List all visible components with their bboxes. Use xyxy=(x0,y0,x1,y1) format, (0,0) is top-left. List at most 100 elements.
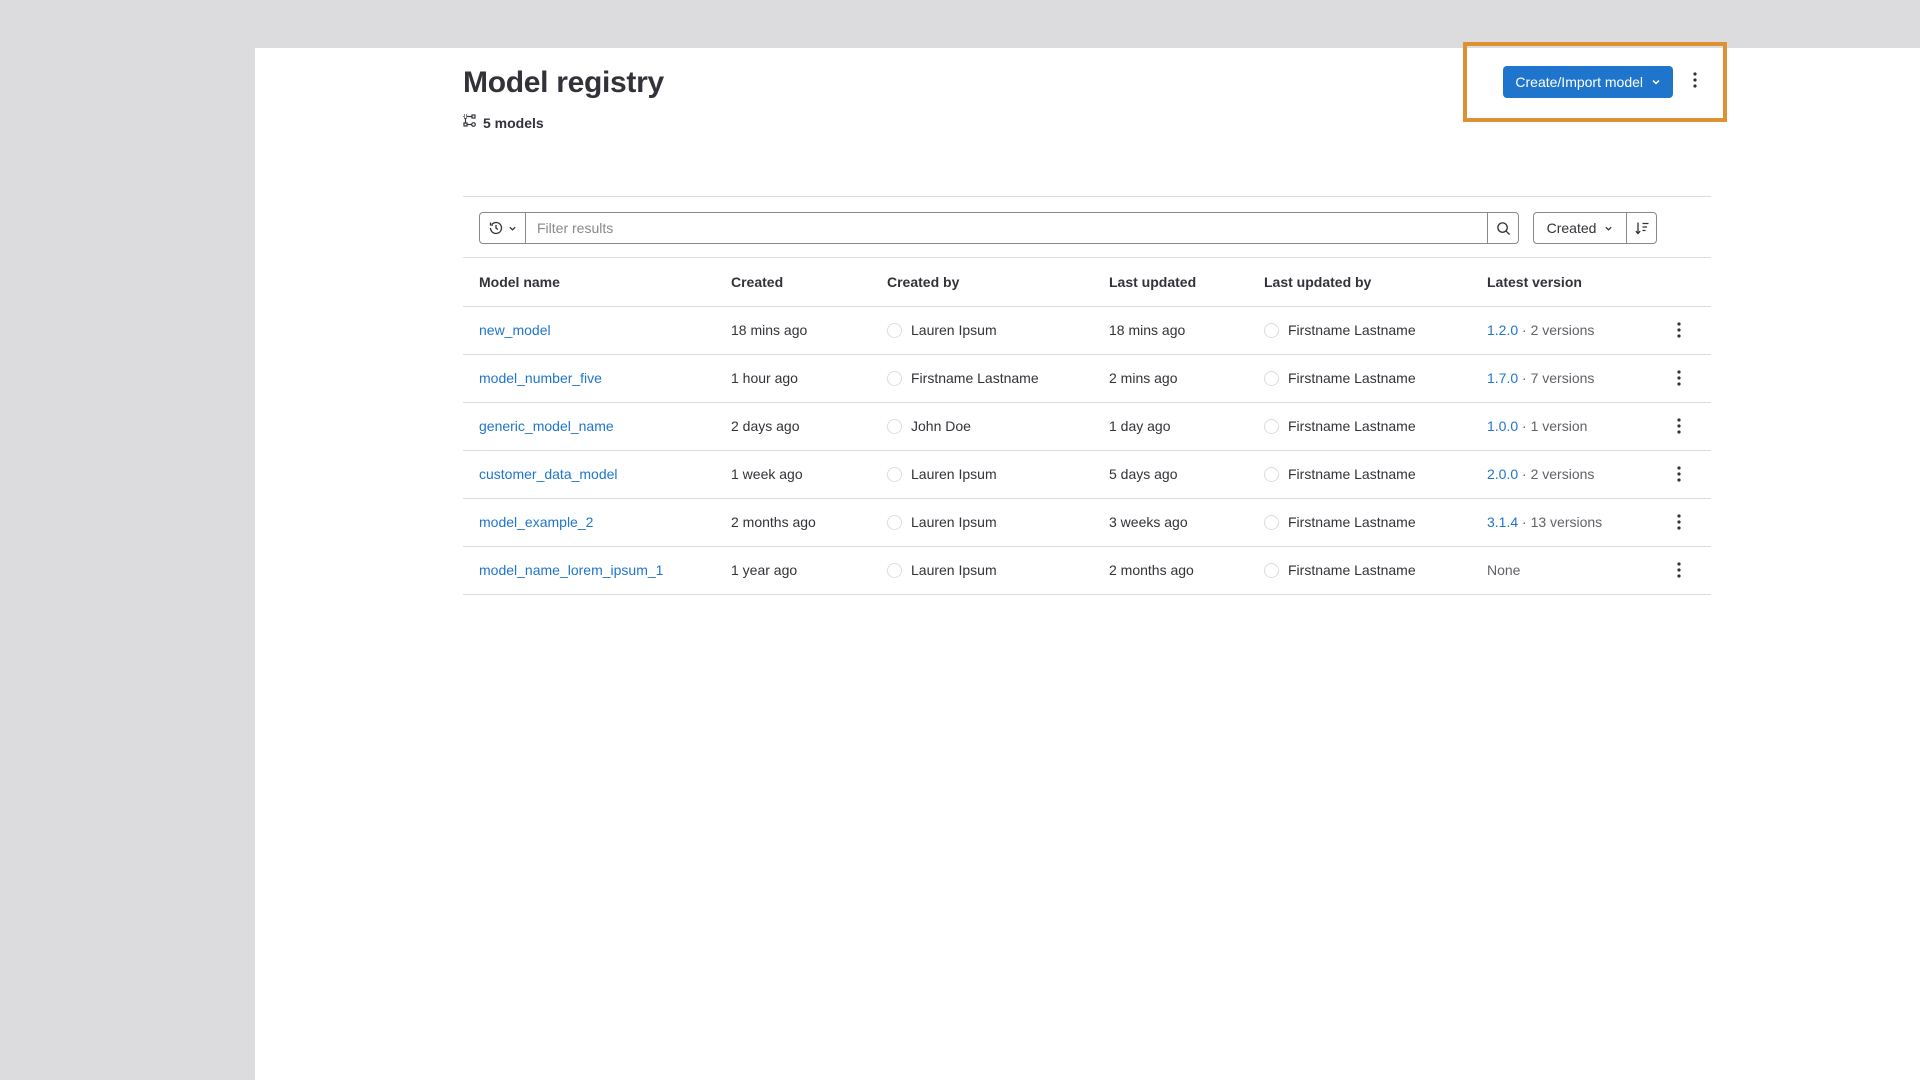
created-by-user[interactable]: John Doe xyxy=(887,418,1109,434)
avatar xyxy=(887,370,902,386)
user-name: Firstname Lastname xyxy=(1288,370,1416,386)
table-row: new_model 18 mins ago Lauren Ipsum 18 mi… xyxy=(463,306,1711,355)
avatar xyxy=(1264,322,1279,338)
last-updated-cell: 5 days ago xyxy=(1109,450,1264,499)
search-history-button[interactable] xyxy=(480,213,526,243)
created-cell: 18 mins ago xyxy=(731,306,887,355)
version-link[interactable]: 1.0.0 xyxy=(1487,418,1518,434)
user-name: Firstname Lastname xyxy=(1288,418,1416,434)
model-name-link[interactable]: model_number_five xyxy=(479,370,602,386)
last-updated-by-user[interactable]: Firstname Lastname xyxy=(1264,322,1487,338)
create-import-model-label: Create/Import model xyxy=(1515,74,1643,90)
user-name: Firstname Lastname xyxy=(911,370,1039,386)
last-updated-by-user[interactable]: Firstname Lastname xyxy=(1264,418,1487,434)
created-cell: 1 year ago xyxy=(731,546,887,595)
created-cell: 2 months ago xyxy=(731,498,887,547)
header-actions xyxy=(1671,258,1711,307)
versions-count: · 1 version xyxy=(1518,418,1588,434)
versions-count: · 13 versions xyxy=(1518,514,1603,530)
row-actions-button[interactable] xyxy=(1671,368,1687,388)
versions-count: None xyxy=(1487,562,1521,578)
row-actions-button[interactable] xyxy=(1671,512,1687,532)
avatar xyxy=(1264,466,1279,482)
table-row: model_example_2 2 months ago Lauren Ipsu… xyxy=(463,498,1711,547)
search-button[interactable] xyxy=(1487,213,1518,243)
sort-direction-button[interactable] xyxy=(1627,213,1656,243)
row-actions-button[interactable] xyxy=(1671,320,1687,340)
header-created[interactable]: Created xyxy=(731,258,887,307)
created-by-user[interactable]: Lauren Ipsum xyxy=(887,514,1109,530)
page-title: Model registry xyxy=(463,66,664,99)
last-updated-by-user[interactable]: Firstname Lastname xyxy=(1264,370,1487,386)
avatar xyxy=(1264,514,1279,530)
last-updated-cell: 2 mins ago xyxy=(1109,354,1264,403)
version-link[interactable]: 3.1.4 xyxy=(1487,514,1518,530)
model-name-link[interactable]: model_name_lorem_ipsum_1 xyxy=(479,562,663,578)
kebab-icon xyxy=(1677,514,1681,530)
user-name: Lauren Ipsum xyxy=(911,466,997,482)
chevron-down-icon xyxy=(509,226,516,231)
history-icon xyxy=(489,221,503,235)
user-name: Lauren Ipsum xyxy=(911,562,997,578)
model-name-link[interactable]: model_example_2 xyxy=(479,514,593,530)
user-name: Lauren Ipsum xyxy=(911,514,997,530)
avatar xyxy=(887,418,902,434)
chevron-down-icon xyxy=(1651,74,1661,90)
last-updated-by-user[interactable]: Firstname Lastname xyxy=(1264,514,1487,530)
models-table: Model name Created Created by Last updat… xyxy=(463,258,1711,595)
versions-count: · 2 versions xyxy=(1518,466,1595,482)
versions-count: · 7 versions xyxy=(1518,370,1595,386)
row-actions-button[interactable] xyxy=(1671,464,1687,484)
last-updated-cell: 2 months ago xyxy=(1109,546,1264,595)
last-updated-by-user[interactable]: Firstname Lastname xyxy=(1264,466,1487,482)
versions-count: · 2 versions xyxy=(1518,322,1595,338)
header-last-updated-by[interactable]: Last updated by xyxy=(1264,258,1487,307)
search-icon xyxy=(1496,221,1510,235)
kebab-icon xyxy=(1693,71,1697,93)
created-by-user[interactable]: Lauren Ipsum xyxy=(887,562,1109,578)
model-name-link[interactable]: customer_data_model xyxy=(479,466,618,482)
filter-input[interactable] xyxy=(526,213,1487,243)
filter-bar: Created xyxy=(463,196,1711,258)
header-model-name[interactable]: Model name xyxy=(463,258,731,307)
version-link[interactable]: 2.0.0 xyxy=(1487,466,1518,482)
model-count-text: 5 models xyxy=(483,114,544,131)
created-by-user[interactable]: Firstname Lastname xyxy=(887,370,1109,386)
sort-field-label: Created xyxy=(1546,220,1597,236)
version-link[interactable]: 1.7.0 xyxy=(1487,370,1518,386)
user-name: Firstname Lastname xyxy=(1288,562,1416,578)
avatar xyxy=(1264,418,1279,434)
page-content: Model registry 5 models Create/Import mo… xyxy=(463,42,1727,595)
model-name-link[interactable]: generic_model_name xyxy=(479,418,614,434)
last-updated-by-user[interactable]: Firstname Lastname xyxy=(1264,562,1487,578)
header-latest-version[interactable]: Latest version xyxy=(1487,258,1671,307)
created-by-user[interactable]: Lauren Ipsum xyxy=(887,322,1109,338)
table-row: model_name_lorem_ipsum_1 1 year ago Laur… xyxy=(463,546,1711,595)
sort-field-dropdown[interactable]: Created xyxy=(1534,213,1627,243)
create-import-model-button[interactable]: Create/Import model xyxy=(1503,66,1673,98)
avatar xyxy=(887,466,902,482)
created-by-user[interactable]: Lauren Ipsum xyxy=(887,466,1109,482)
version-link[interactable]: 1.2.0 xyxy=(1487,322,1518,338)
header-created-by[interactable]: Created by xyxy=(887,258,1109,307)
last-updated-cell: 1 day ago xyxy=(1109,402,1264,451)
user-name: John Doe xyxy=(911,418,971,434)
header-actions-highlight: Create/Import model xyxy=(1463,42,1727,122)
more-actions-button[interactable] xyxy=(1687,71,1703,93)
main-panel: Model registry 5 models Create/Import mo… xyxy=(255,42,1920,1080)
created-cell: 2 days ago xyxy=(731,402,887,451)
user-name: Firstname Lastname xyxy=(1288,514,1416,530)
table-row: model_number_five 1 hour ago Firstname L… xyxy=(463,354,1711,403)
kebab-icon xyxy=(1677,370,1681,386)
sort-control: Created xyxy=(1533,212,1657,244)
model-count: 5 models xyxy=(463,114,544,131)
row-actions-button[interactable] xyxy=(1671,560,1687,580)
header-last-updated[interactable]: Last updated xyxy=(1109,258,1264,307)
kebab-icon xyxy=(1677,562,1681,578)
row-actions-button[interactable] xyxy=(1671,416,1687,436)
sort-descending-icon xyxy=(1634,222,1648,235)
kebab-icon xyxy=(1677,466,1681,482)
avatar xyxy=(887,514,902,530)
last-updated-cell: 18 mins ago xyxy=(1109,306,1264,355)
model-name-link[interactable]: new_model xyxy=(479,322,551,338)
